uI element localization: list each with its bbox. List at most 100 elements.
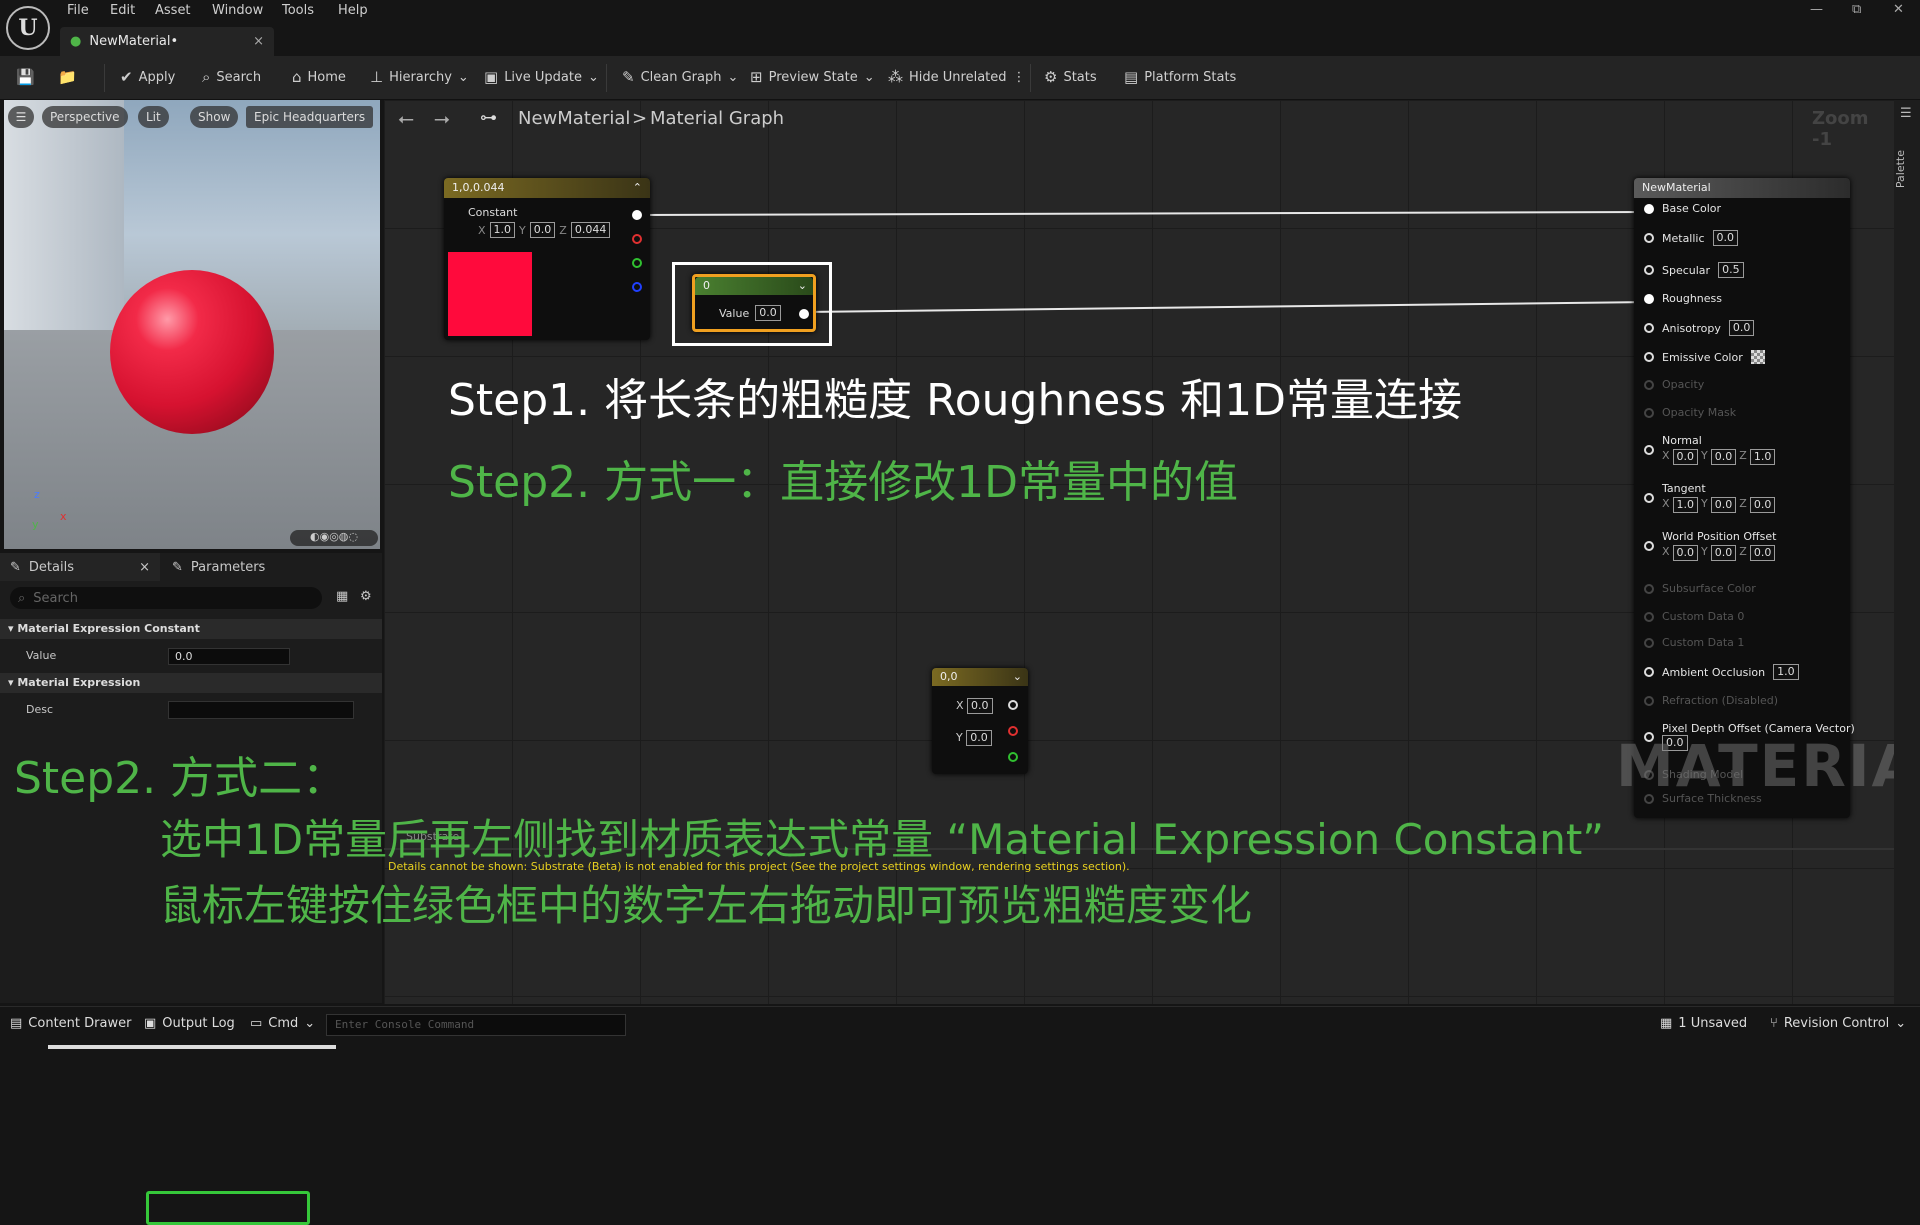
wpo-y[interactable]: 0.0: [1710, 545, 1737, 561]
tangent-y[interactable]: 0.0: [1710, 497, 1737, 513]
preview-state-button[interactable]: ⊞ Preview State ⌄: [750, 68, 875, 86]
live-update-button[interactable]: ▣ Live Update ⌄: [484, 68, 599, 86]
constant3-z[interactable]: 0.044: [570, 222, 611, 238]
normal-x[interactable]: 0.0: [1672, 449, 1699, 465]
step2b-line1: 选中1D常量后再左侧找到材质表达式常量 “Material Expression…: [160, 815, 1605, 864]
viewport-menu-icon[interactable]: ☰: [8, 106, 34, 128]
pin-anisotropy[interactable]: Anisotropy 0.0: [1644, 320, 1755, 336]
emissive-checker-icon[interactable]: [1750, 350, 1765, 364]
hide-unrelated-button[interactable]: ⁂ Hide Unrelated ⋮: [888, 68, 1026, 86]
menu-tools[interactable]: Tools: [282, 3, 314, 18]
chevron-down-icon: ⌄: [587, 69, 599, 85]
pin-tangent[interactable]: Tangent X 1.0 Y 0.0 Z 0.0: [1644, 482, 1776, 513]
constant3-y[interactable]: 0.0: [529, 222, 556, 238]
clean-graph-button[interactable]: ✎ Clean Graph ⌄: [622, 68, 738, 86]
constant3-x[interactable]: 1.0: [489, 222, 516, 238]
cmd-dropdown[interactable]: ▭ Cmd ⌄: [250, 1016, 315, 1031]
perspective-button[interactable]: Perspective: [42, 106, 128, 128]
menu-edit[interactable]: Edit: [110, 3, 135, 18]
search-button[interactable]: ⌕ Search: [202, 68, 261, 86]
pin-base-color[interactable]: Base Color: [1644, 202, 1721, 215]
constant-value[interactable]: 0.0: [755, 305, 781, 321]
constant2-y[interactable]: 0.0: [966, 730, 992, 746]
tab-details[interactable]: ✎ Details ×: [0, 553, 160, 581]
menu-window[interactable]: Window: [212, 3, 263, 18]
tangent-x[interactable]: 1.0: [1672, 497, 1699, 513]
constant3-node[interactable]: 1,0,0.044 ⌃ Constant X 1.0 Y 0.0 Z 0.044: [444, 178, 650, 340]
home-button[interactable]: ⌂ Home: [292, 68, 346, 86]
platform-stats-button[interactable]: ▤ Platform Stats: [1124, 68, 1236, 86]
output-log-button[interactable]: ▣ Output Log: [144, 1016, 235, 1031]
save-icon[interactable]: 💾: [16, 68, 35, 86]
pin-emissive[interactable]: Emissive Color: [1644, 350, 1765, 364]
output-pin-green[interactable]: [632, 258, 642, 268]
palette-tab[interactable]: Palette: [1894, 150, 1920, 188]
restore-button[interactable]: ⧉: [1852, 2, 1861, 17]
preview-viewport[interactable]: ☰ Perspective Lit Show Epic Headquarters…: [4, 100, 380, 549]
pin-roughness[interactable]: Roughness: [1644, 292, 1722, 305]
wpo-z[interactable]: 0.0: [1749, 545, 1776, 561]
menu-help[interactable]: Help: [338, 3, 368, 18]
constant-node[interactable]: 0 ⌄ Value 0.0: [692, 274, 816, 332]
pin-normal[interactable]: Normal X 0.0 Y 0.0 Z 1.0: [1644, 434, 1776, 465]
details-search-input[interactable]: ⌕ Search: [10, 587, 322, 609]
close-details-icon[interactable]: ×: [139, 560, 150, 575]
table-view-icon[interactable]: ▦: [336, 589, 348, 604]
normal-z[interactable]: 1.0: [1749, 449, 1776, 465]
palette-strip: ☰ Palette: [1894, 100, 1920, 1004]
unsaved-label: 1 Unsaved: [1678, 1016, 1748, 1031]
pin-metallic[interactable]: Metallic 0.0: [1644, 230, 1739, 246]
constant2-out-red[interactable]: [1008, 726, 1018, 736]
lit-button[interactable]: Lit: [138, 106, 169, 128]
pin-anisotropy-value[interactable]: 0.0: [1728, 320, 1755, 336]
console-input[interactable]: Enter Console Command: [326, 1014, 626, 1036]
value-field[interactable]: 0.0: [168, 648, 290, 665]
tab-parameters[interactable]: ✎ Parameters: [166, 553, 346, 581]
material-graph[interactable]: ⭠ ⭢ ⊶ NewMaterial > Material Graph Zoom …: [384, 100, 1920, 1004]
show-button[interactable]: Show: [190, 106, 239, 128]
preview-shape-icons[interactable]: ◐◉◎◍◌: [290, 530, 378, 546]
stats-button[interactable]: ⚙ Stats: [1044, 68, 1097, 86]
pin-ao[interactable]: Ambient Occlusion 1.0: [1644, 664, 1799, 680]
close-window-button[interactable]: ✕: [1893, 2, 1904, 17]
unreal-logo[interactable]: U: [6, 6, 50, 50]
normal-y[interactable]: 0.0: [1710, 449, 1737, 465]
constant2-node[interactable]: 0,0 ⌄ X 0.0 Y 0.0: [932, 668, 1028, 774]
level-button[interactable]: Epic Headquarters: [246, 106, 374, 128]
pin-wpo[interactable]: World Position Offset X 0.0 Y 0.0 Z 0.0: [1644, 530, 1776, 561]
wire-base-color: [635, 211, 1655, 216]
content-drawer-button[interactable]: ▤ Content Drawer: [10, 1016, 131, 1031]
chevron-down-icon[interactable]: ⌄: [1013, 670, 1022, 683]
pin-metallic-value[interactable]: 0.0: [1712, 230, 1739, 246]
section-material-expression[interactable]: ▾ Material Expression: [0, 673, 382, 693]
output-pin-white[interactable]: [632, 210, 642, 220]
settings-gear-icon[interactable]: ⚙: [360, 589, 372, 604]
pin-ao-value[interactable]: 1.0: [1773, 664, 1799, 680]
output-pin-blue[interactable]: [632, 282, 642, 292]
constant-output-pin[interactable]: [799, 309, 809, 319]
tangent-z[interactable]: 0.0: [1749, 497, 1776, 513]
constant2-out-green[interactable]: [1008, 752, 1018, 762]
palette-menu-icon[interactable]: ☰: [1900, 106, 1912, 121]
constant2-out-white[interactable]: [1008, 700, 1018, 710]
output-pin-red[interactable]: [632, 234, 642, 244]
close-tab-icon[interactable]: ×: [253, 34, 264, 49]
section-material-expression-constant[interactable]: ▾ Material Expression Constant: [0, 619, 382, 639]
unsaved-button[interactable]: ▦ 1 Unsaved: [1660, 1016, 1747, 1031]
desc-field[interactable]: [168, 701, 354, 719]
minimize-button[interactable]: —: [1810, 2, 1823, 17]
revision-control-button[interactable]: ⑂ Revision Control ⌄: [1770, 1016, 1906, 1031]
document-tab[interactable]: ● NewMaterial• ×: [60, 27, 274, 56]
apply-button[interactable]: ✔ Apply: [120, 68, 175, 86]
chevron-down-icon[interactable]: ⌄: [798, 279, 807, 292]
menu-file[interactable]: File: [67, 3, 89, 18]
material-result-node[interactable]: NewMaterial Base Color Metallic 0.0 Specu…: [1634, 178, 1855, 818]
pin-specular[interactable]: Specular 0.5: [1644, 262, 1744, 278]
pin-specular-value[interactable]: 0.5: [1718, 262, 1744, 278]
hierarchy-button[interactable]: ⊥ Hierarchy ⌄: [370, 68, 469, 86]
constant2-x[interactable]: 0.0: [967, 698, 993, 714]
browse-icon[interactable]: 📁: [58, 68, 77, 86]
menu-asset[interactable]: Asset: [155, 3, 191, 18]
collapse-icon[interactable]: ⌃: [633, 181, 642, 194]
wpo-x[interactable]: 0.0: [1672, 545, 1699, 561]
